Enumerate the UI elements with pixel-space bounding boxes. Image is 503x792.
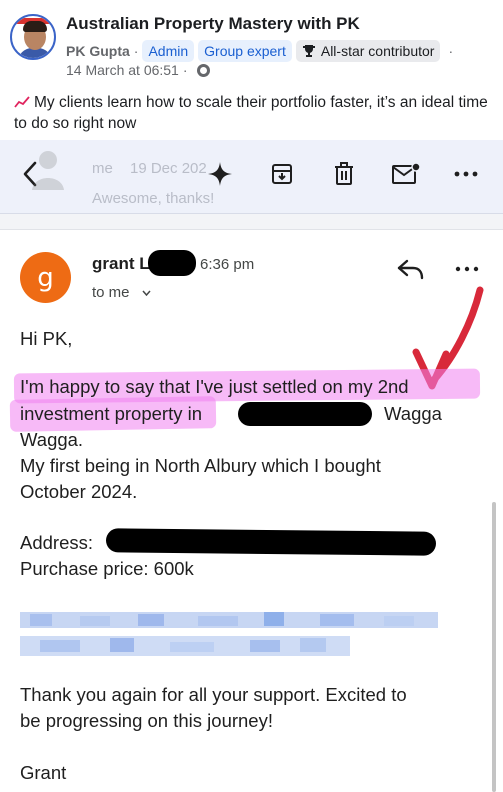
- admin-badge: Admin: [142, 40, 195, 62]
- all-star-badge: All-star contributor: [295, 40, 441, 62]
- archive-button[interactable]: [262, 154, 302, 194]
- email-message: g grant L 6:36 pm to me Hi PK, I'm happy…: [0, 230, 503, 792]
- group-name[interactable]: Australian Property Mastery with PK: [66, 14, 360, 34]
- address-label: Address:: [20, 532, 94, 553]
- group-expert-badge: Group expert: [198, 40, 292, 62]
- thanks-line-1: Thank you again for all your support. Ex…: [20, 684, 407, 705]
- sparkle-icon: [208, 162, 232, 186]
- archive-icon: [272, 164, 292, 184]
- purchase-price: Purchase price: 600k: [20, 558, 194, 579]
- mark-unread-icon: [392, 162, 421, 184]
- email-line-3: Wagga.: [20, 429, 84, 450]
- email-line-2a: investment property: [20, 403, 183, 424]
- email-signoff: Grant: [20, 762, 67, 783]
- scrollbar[interactable]: [492, 502, 496, 792]
- trash-icon: [335, 162, 353, 185]
- section-divider: [0, 214, 503, 230]
- ghost-snippet: Awesome, thanks!: [92, 190, 215, 207]
- post-meta: 14 March at 06:51 ·: [66, 62, 210, 78]
- redacted-surname: [148, 250, 196, 276]
- toolbar-more-button[interactable]: [446, 154, 486, 194]
- group-avatar[interactable]: [10, 14, 56, 60]
- more-vert-icon: [455, 266, 479, 272]
- delete-button[interactable]: [324, 154, 364, 194]
- mark-unread-button[interactable]: [386, 154, 426, 194]
- group-post-header: Australian Property Mastery with PK PK G…: [0, 0, 503, 140]
- chevron-down-icon: [141, 290, 151, 296]
- email-greeting: Hi PK,: [20, 328, 73, 349]
- recipient-toggle[interactable]: to me: [92, 284, 151, 301]
- post-text: My clients learn how to scale their port…: [14, 92, 494, 134]
- reply-icon[interactable]: [396, 256, 426, 282]
- redacted-address: [105, 528, 437, 556]
- trophy-icon: [302, 45, 315, 57]
- avatar-hair: [23, 21, 47, 32]
- email-line-4: My first being in North Albury which I b…: [20, 455, 381, 476]
- thanks-line-2: be progressing on this journey!: [20, 710, 273, 731]
- separator-dot: ·: [182, 62, 188, 78]
- redacted-street: [238, 402, 372, 426]
- sender-name[interactable]: grant L: [92, 254, 150, 274]
- author-name[interactable]: PK Gupta: [66, 43, 130, 59]
- gemini-button[interactable]: [200, 154, 240, 194]
- author-row: PK Gupta · Admin Group expert All-star c…: [66, 40, 457, 62]
- email-more-button[interactable]: [452, 256, 482, 282]
- email-line-5: October 2024.: [20, 481, 138, 502]
- post-body: My clients learn how to scale their port…: [14, 94, 488, 132]
- email-toolbar: me 19 Dec 202 Awesome, thanks!: [0, 140, 503, 214]
- post-timestamp[interactable]: 14 March at 06:51: [66, 62, 179, 78]
- email-time: 6:36 pm: [200, 256, 255, 273]
- chart-increasing-icon: [14, 95, 30, 109]
- email-line-1: I'm happy to say that I've just settled …: [20, 376, 409, 397]
- email-line-2b: in: [182, 403, 203, 424]
- more-icon: [454, 171, 478, 177]
- ghost-date: 19 Dec 202: [130, 160, 207, 177]
- sender-avatar[interactable]: g: [20, 252, 71, 303]
- separator-dot: ·: [448, 43, 454, 59]
- recipient-label: to me: [92, 284, 130, 301]
- pixelated-redaction: [20, 606, 444, 664]
- ghost-sender: me: [92, 160, 113, 177]
- separator-dot: ·: [133, 43, 139, 59]
- email-line-2c: Wagga: [384, 403, 442, 424]
- privacy-globe-icon: [196, 63, 210, 77]
- email-line-2: investment property in: [20, 401, 202, 427]
- all-star-label: All-star contributor: [320, 43, 435, 59]
- ghost-avatar-icon: [32, 151, 64, 190]
